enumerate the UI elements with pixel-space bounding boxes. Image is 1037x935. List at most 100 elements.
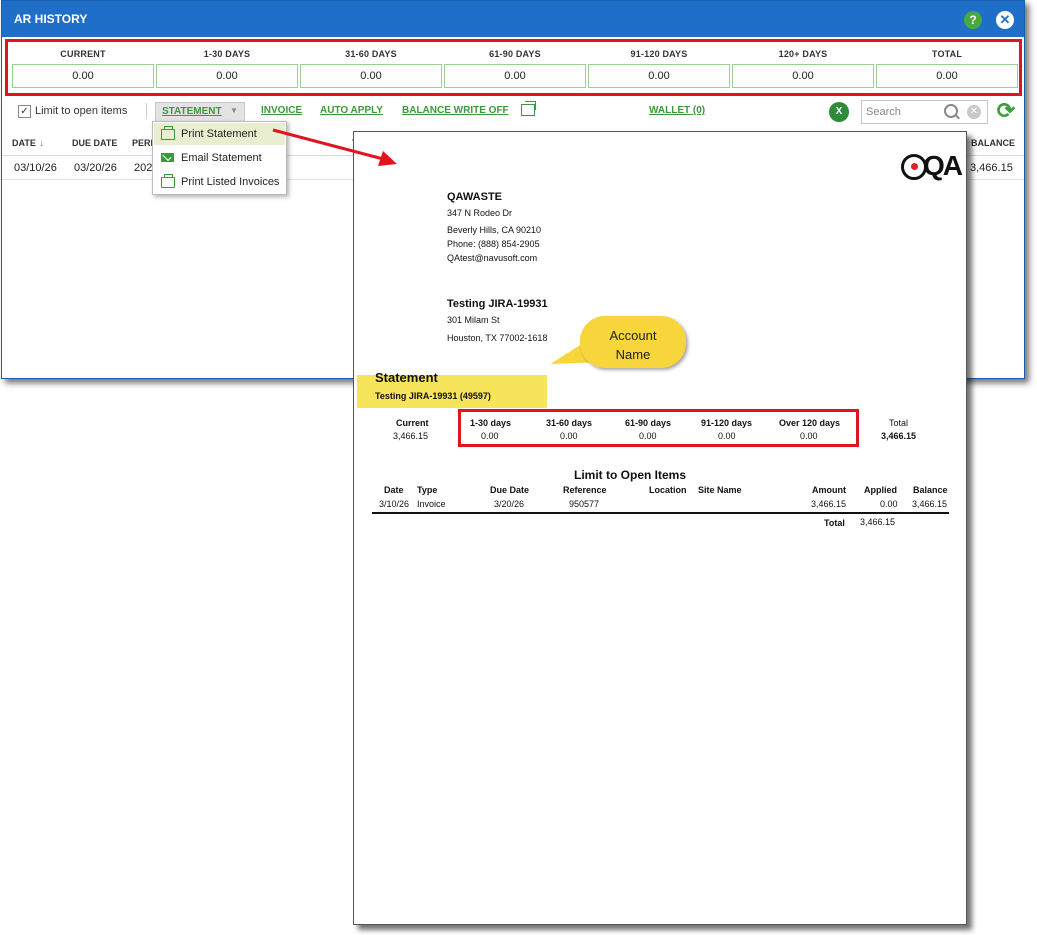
current-label: Current [396, 418, 429, 428]
company-phone: Phone: (888) 854-2905 [447, 239, 540, 249]
row-due-date: 03/20/26 [74, 162, 117, 174]
customer-address1: 301 Milam St [447, 315, 500, 325]
aging-1-30: 1-30 DAYS 0.00 [156, 42, 298, 93]
col-site-name: Site Name [698, 485, 742, 495]
company-address1: 347 N Rodeo Dr [447, 208, 513, 218]
menu-item-label: Print Listed Invoices [181, 176, 280, 188]
search-box[interactable]: Search ✕ [861, 100, 988, 124]
close-icon[interactable]: ✕ [996, 11, 1014, 29]
col-balance[interactable]: BALANCE [971, 138, 1015, 148]
row-reference: 950577 [569, 499, 600, 509]
grand-total-label: Total [824, 518, 845, 528]
d3-value: 0.00 [639, 431, 657, 441]
excel-export-icon[interactable]: X [829, 102, 849, 122]
col-balance: Balance [913, 485, 948, 495]
d1-value: 0.00 [481, 431, 499, 441]
d1-label: 1-30 days [470, 418, 512, 428]
ladybug-icon [911, 163, 918, 170]
customer-address2: Houston, TX 77002-1618 [447, 333, 548, 343]
d2-value: 0.00 [560, 431, 578, 441]
search-icon[interactable] [944, 104, 958, 118]
aging-label: 91-120 DAYS [630, 49, 688, 59]
aging-value: 0.00 [876, 64, 1018, 88]
col-due-date[interactable]: DUE DATE [72, 138, 117, 148]
aging-value: 0.00 [732, 64, 874, 88]
company-email: QAtest@navusoft.com [447, 253, 538, 263]
col-applied: Applied [864, 485, 897, 495]
menu-item-label: Email Statement [181, 152, 262, 164]
aging-label: 61-90 DAYS [489, 49, 541, 59]
grand-total-value: 3,466.15 [860, 517, 896, 527]
statement-dropdown-menu: Print Statement Email Statement Print Li… [152, 121, 287, 195]
menu-print-statement[interactable]: Print Statement [154, 123, 285, 145]
balance-write-off-link[interactable]: BALANCE WRITE OFF [402, 105, 509, 116]
row-applied: 0.00 [880, 499, 898, 509]
col-due-date: Due Date [490, 485, 530, 495]
wallet-link[interactable]: WALLET (0) [649, 105, 705, 116]
window-title: AR HISTORY [14, 12, 88, 26]
customer-name: Testing JIRA-19931 [447, 298, 548, 310]
callout-text: Account Name [609, 328, 657, 362]
printer-icon [161, 126, 175, 140]
aging-label: 120+ DAYS [778, 49, 828, 59]
limit-open-checkbox[interactable]: ✓ [18, 105, 31, 118]
title-bar: AR HISTORY ? ✕ [2, 1, 1024, 37]
menu-email-statement[interactable]: Email Statement [154, 147, 285, 169]
row-period: 202 [134, 162, 153, 174]
account-name-callout: Account Name [580, 316, 686, 368]
menu-print-listed-invoices[interactable]: Print Listed Invoices [154, 171, 285, 193]
invoice-link[interactable]: INVOICE [261, 105, 302, 116]
d4-value: 0.00 [718, 431, 736, 441]
current-value: 3,466.15 [393, 431, 429, 441]
aging-buckets-highlight [458, 409, 859, 447]
row-balance: 3,466.15 [912, 499, 948, 509]
email-icon [161, 153, 174, 162]
d3-label: 61-90 days [625, 418, 672, 428]
aging-value: 0.00 [156, 64, 298, 88]
row-balance: 3,466.15 [970, 162, 1013, 174]
chevron-down-icon: ▼ [230, 106, 238, 115]
aging-value: 0.00 [444, 64, 586, 88]
row-type: Invoice [417, 499, 446, 509]
row-amount: 3,466.15 [811, 499, 847, 509]
col-reference: Reference [563, 485, 607, 495]
statement-button[interactable]: STATEMENT ▼ [155, 102, 245, 122]
row-due-date: 3/20/26 [494, 499, 525, 509]
aging-120-plus: 120+ DAYS 0.00 [732, 42, 874, 93]
clear-search-icon[interactable]: ✕ [967, 105, 981, 119]
col-date[interactable]: DATE ↓ [12, 138, 44, 149]
logo: QA [923, 150, 963, 181]
auto-apply-link[interactable]: AUTO APPLY [320, 105, 383, 116]
aging-value: 0.00 [300, 64, 442, 88]
copy-icon[interactable] [521, 101, 536, 116]
aging-label: 1-30 DAYS [203, 49, 251, 59]
aging-label: CURRENT [60, 49, 106, 59]
limit-open-label: Limit to open items [35, 105, 128, 117]
row-date: 03/10/26 [14, 162, 57, 174]
statement-label: STATEMENT [162, 106, 222, 117]
d2-label: 31-60 days [546, 418, 593, 428]
d4-label: 91-120 days [701, 418, 753, 428]
company-address2: Beverly Hills, CA 90210 [447, 225, 542, 235]
search-placeholder: Search [866, 106, 901, 118]
aging-value: 0.00 [588, 64, 730, 88]
col-location: Location [649, 485, 687, 495]
sort-down-icon: ↓ [38, 138, 44, 149]
d5-label: Over 120 days [779, 418, 841, 428]
col-type: Type [417, 485, 438, 495]
aging-total: TOTAL 0.00 [876, 42, 1018, 93]
refresh-icon[interactable]: ⟳ [995, 100, 1017, 122]
printer-icon [161, 174, 175, 188]
aging-label: TOTAL [931, 49, 963, 59]
company-name: QAWASTE [447, 191, 503, 203]
toolbar-divider [146, 103, 147, 119]
total-value: 3,466.15 [881, 431, 917, 441]
help-icon[interactable]: ? [964, 11, 982, 29]
statement-heading: Statement [375, 370, 438, 385]
row-date: 3/10/26 [379, 499, 410, 509]
statement-preview: QA QAWASTE 347 N Rodeo Dr Beverly Hills,… [353, 131, 967, 925]
col-period[interactable]: PERI [132, 138, 153, 148]
aging-61-90: 61-90 DAYS 0.00 [444, 42, 586, 93]
col-date: Date [384, 485, 404, 495]
table-rule [372, 512, 949, 514]
